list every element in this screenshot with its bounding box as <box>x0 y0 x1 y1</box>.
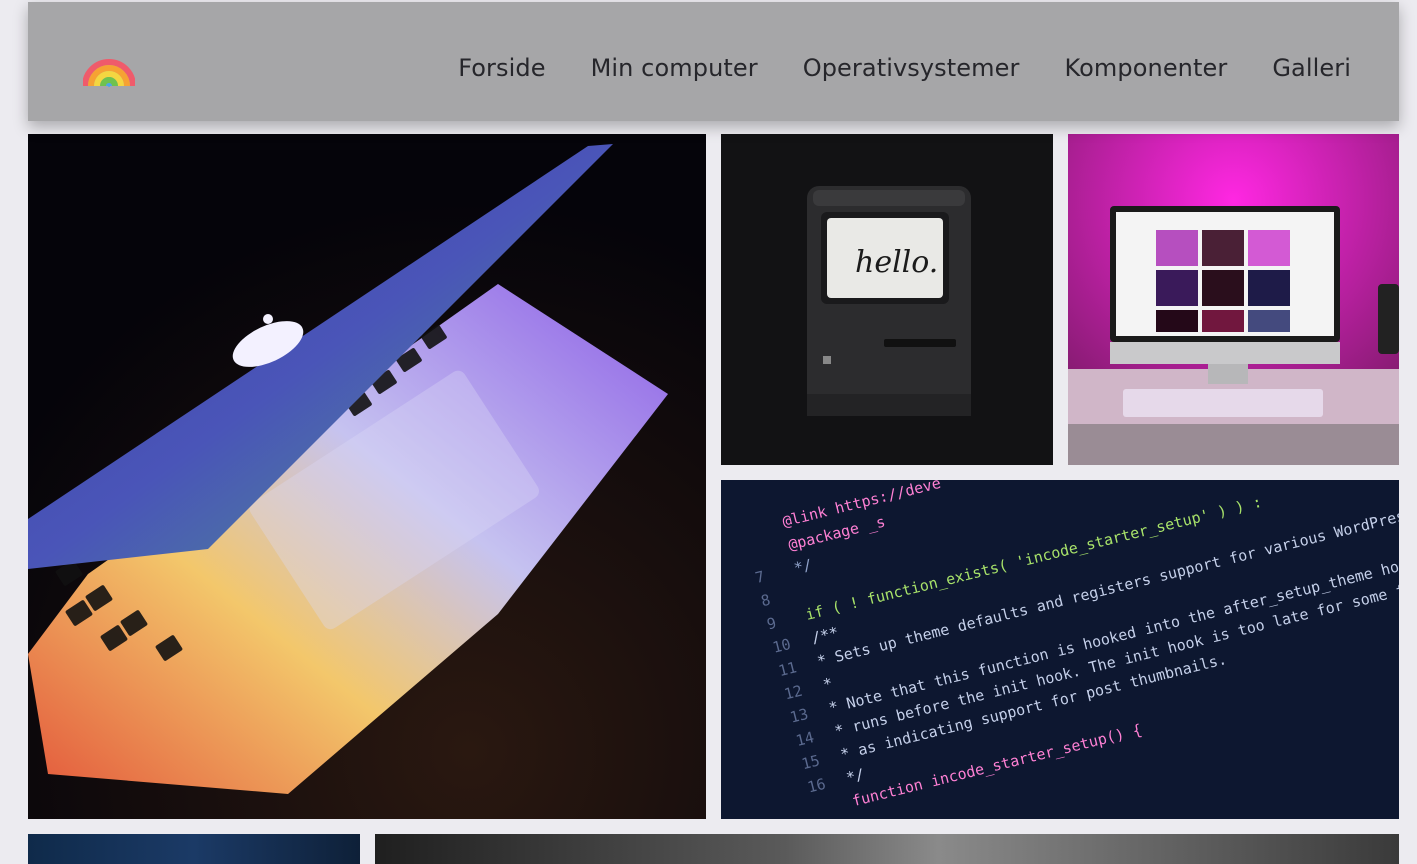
nav-link-forside[interactable]: Forside <box>458 54 545 82</box>
gallery-image-code-screen[interactable]: @link https://deve @package _s 7 */ 8 9 … <box>721 480 1399 819</box>
navbar: Forside Min computer Operativsystemer Ko… <box>28 2 1399 121</box>
gallery-image-laptop[interactable] <box>28 134 706 819</box>
nav-link-galleri[interactable]: Galleri <box>1272 54 1351 82</box>
rainbow-icon[interactable] <box>83 36 135 90</box>
nav-link-komponenter[interactable]: Komponenter <box>1064 54 1227 82</box>
screen-hello-text: hello. <box>855 245 938 280</box>
gallery-image-gray-partial[interactable] <box>375 834 1399 864</box>
code-content: @link https://deve @package _s 7 */ 8 9 … <box>741 480 1399 819</box>
gallery-image-retro-mac[interactable]: hello. <box>721 134 1053 465</box>
nav-menu: Forside Min computer Operativsystemer Ko… <box>458 54 1351 82</box>
nav-link-operativsystemer[interactable]: Operativsystemer <box>803 54 1020 82</box>
nav-link-min-computer[interactable]: Min computer <box>591 54 758 82</box>
gallery-image-blue-partial[interactable] <box>28 834 360 864</box>
gallery-image-imac-desk[interactable] <box>1068 134 1399 465</box>
